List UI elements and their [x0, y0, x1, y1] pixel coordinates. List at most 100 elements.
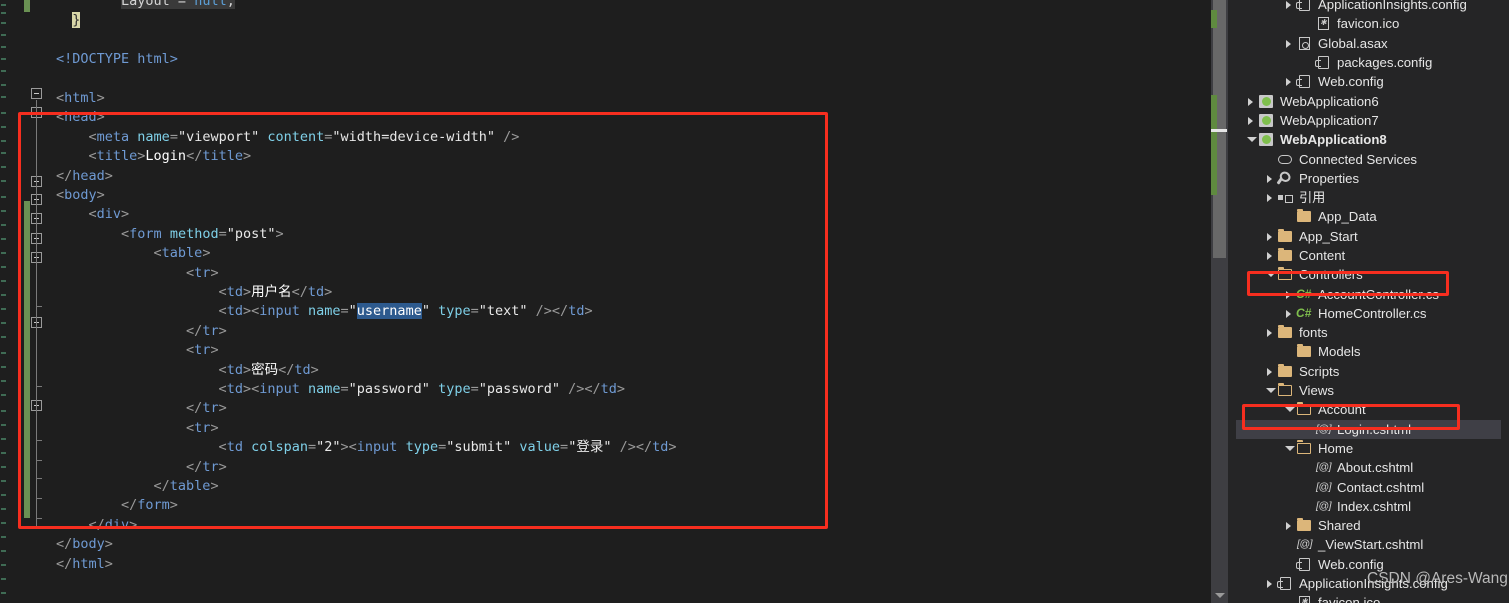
code-line[interactable]: </body>	[56, 535, 113, 554]
chevron-right-icon[interactable]	[1244, 111, 1258, 130]
scrollbar-down-button[interactable]	[1211, 586, 1228, 603]
chevron-right-icon[interactable]	[1282, 0, 1296, 14]
editor-vertical-scrollbar[interactable]	[1211, 0, 1228, 603]
tree-item-content[interactable]: Content	[1236, 246, 1509, 265]
code-line[interactable]: <td>密码</td>	[56, 361, 319, 380]
tree-item-login-cshtml[interactable]: [@] Login.cshtml	[1236, 419, 1501, 439]
code-line[interactable]: </div>	[56, 516, 138, 535]
chevron-right-icon[interactable]	[1263, 188, 1277, 207]
tree-item-favicon-ico[interactable]: favicon.ico	[1236, 14, 1509, 33]
code-line[interactable]: <head>	[56, 108, 105, 127]
code-token: type	[438, 381, 471, 397]
tree-item-homecontroller-cs[interactable]: C# HomeController.cs	[1236, 304, 1509, 323]
code-token: >	[210, 264, 219, 281]
code-line[interactable]: <td>用户名</td>	[56, 283, 333, 302]
tree-item-webapplication8[interactable]: WebApplication8	[1236, 130, 1509, 149]
solution-tree[interactable]: ApplicationInsights.config favicon.ico Glo…	[1236, 0, 1509, 603]
code-line[interactable]: </tr>	[56, 458, 227, 477]
chevron-down-icon[interactable]	[1282, 439, 1296, 458]
tree-item-about-cshtml[interactable]: [@] About.cshtml	[1236, 458, 1509, 477]
editor-outlining-column[interactable]	[30, 0, 54, 603]
tree-item-favicon-ico[interactable]: favicon.ico	[1236, 593, 1509, 603]
code-line[interactable]: <div>	[56, 205, 130, 224]
code-line[interactable]: <meta name="viewport" content="width=dev…	[56, 128, 520, 147]
code-line[interactable]: <tr>	[56, 419, 219, 438]
chevron-right-icon[interactable]	[1263, 169, 1277, 188]
code-token: html	[72, 555, 105, 572]
chevron-right-icon[interactable]	[1282, 285, 1296, 304]
tree-item-webapplication7[interactable]: WebApplication7	[1236, 111, 1509, 130]
code-line[interactable]: <tr>	[56, 264, 219, 283]
tree-item-viewstart-cshtml[interactable]: [@] _ViewStart.cshtml	[1236, 535, 1509, 554]
tree-item-[interactable]: 引用	[1236, 188, 1509, 207]
code-line[interactable]: </tr>	[56, 322, 227, 341]
tree-item-packages-config[interactable]: packages.config	[1236, 53, 1509, 72]
tree-item-home[interactable]: Home	[1236, 439, 1509, 458]
pane-splitter[interactable]	[1228, 0, 1236, 603]
tree-item-accountcontroller-cs[interactable]: C# AccountController.cs	[1236, 284, 1509, 303]
tree-item-webapplication6[interactable]: WebApplication6	[1236, 91, 1509, 110]
config-icon	[1277, 576, 1294, 591]
tree-item-global-asax[interactable]: Global.asax	[1236, 34, 1509, 53]
tree-item-contact-cshtml[interactable]: [@] Contact.cshtml	[1236, 477, 1509, 496]
tree-item-controllers[interactable]: Controllers	[1236, 265, 1509, 284]
tree-item-account[interactable]: Account	[1236, 400, 1509, 419]
chevron-down-icon[interactable]	[1282, 400, 1296, 419]
folder-icon	[1296, 209, 1313, 224]
code-line[interactable]: <tr>	[56, 341, 219, 360]
code-line[interactable]: Layout = null;	[56, 0, 235, 11]
chevron-right-icon[interactable]	[1263, 362, 1277, 381]
csharp-icon: C#	[1296, 287, 1313, 302]
tree-item-label: Contact.cshtml	[1337, 479, 1425, 495]
chevron-right-icon[interactable]	[1282, 72, 1296, 91]
code-line[interactable]: <title>Login</title>	[56, 147, 252, 166]
tree-item-applicationinsights-config[interactable]: ApplicationInsights.config	[1236, 0, 1509, 14]
chevron-right-icon[interactable]	[1282, 516, 1296, 535]
razor-icon: [@]	[1315, 499, 1332, 514]
code-line[interactable]: <td colspan="2"><input type="submit" val…	[56, 438, 677, 457]
tree-item-fonts[interactable]: fonts	[1236, 323, 1509, 342]
chevron-right-icon[interactable]	[1263, 227, 1277, 246]
code-line[interactable]: <td><input name="password" type="passwor…	[56, 380, 626, 399]
chevron-down-icon[interactable]	[1244, 130, 1258, 149]
code-line[interactable]: <table>	[56, 244, 211, 263]
code-line[interactable]: <td><input name="username" type="text" /…	[56, 302, 593, 321]
tree-item-app-start[interactable]: App_Start	[1236, 227, 1509, 246]
code-line[interactable]: </form>	[56, 496, 178, 515]
code-line[interactable]: </html>	[56, 555, 113, 574]
folder-open-icon-glyph	[1297, 440, 1311, 454]
tree-item-connected-services[interactable]: Connected Services	[1236, 149, 1509, 168]
chevron-right-icon[interactable]	[1263, 574, 1277, 593]
code-line[interactable]: </head>	[56, 167, 113, 186]
code-line[interactable]: <!DOCTYPE html>	[56, 50, 178, 69]
code-line[interactable]: }	[56, 11, 81, 30]
tree-item-models[interactable]: Models	[1236, 342, 1509, 361]
folder-icon	[1277, 228, 1294, 244]
tree-item-properties[interactable]: Properties	[1236, 169, 1509, 188]
code-token: 密码	[251, 361, 279, 378]
chevron-down-icon[interactable]	[1263, 265, 1277, 284]
code-line[interactable]: <form method="post">	[56, 225, 284, 244]
fold-toggle[interactable]	[31, 88, 42, 99]
code-token: content	[267, 128, 325, 145]
tree-item-shared[interactable]: Shared	[1236, 516, 1509, 535]
tree-item-web-config[interactable]: Web.config	[1236, 72, 1509, 91]
tree-item-scripts[interactable]: Scripts	[1236, 362, 1509, 381]
tree-item-app-data[interactable]: App_Data	[1236, 207, 1509, 226]
chevron-down-icon[interactable]	[1263, 381, 1277, 400]
chevron-right-icon[interactable]	[1282, 304, 1296, 323]
code-line[interactable]: </tr>	[56, 399, 227, 418]
scrollbar-change-mark	[1211, 95, 1217, 195]
solution-explorer-panel[interactable]: ApplicationInsights.config favicon.ico Glo…	[1236, 0, 1509, 603]
tree-item-index-cshtml[interactable]: [@] Index.cshtml	[1236, 497, 1509, 516]
chevron-right-icon[interactable]	[1244, 92, 1258, 111]
code-editor-pane[interactable]: Layout = null; } <!DOCTYPE html> <html> <he…	[0, 0, 1228, 603]
chevron-right-icon[interactable]	[1263, 246, 1277, 265]
tree-item-views[interactable]: Views	[1236, 381, 1509, 400]
chevron-right-icon[interactable]	[1282, 34, 1296, 53]
code-line[interactable]: <body>	[56, 186, 105, 205]
code-line[interactable]: </table>	[56, 477, 219, 496]
code-line[interactable]: <html>	[56, 89, 105, 108]
folder-icon	[1277, 325, 1294, 340]
chevron-right-icon[interactable]	[1263, 323, 1277, 342]
